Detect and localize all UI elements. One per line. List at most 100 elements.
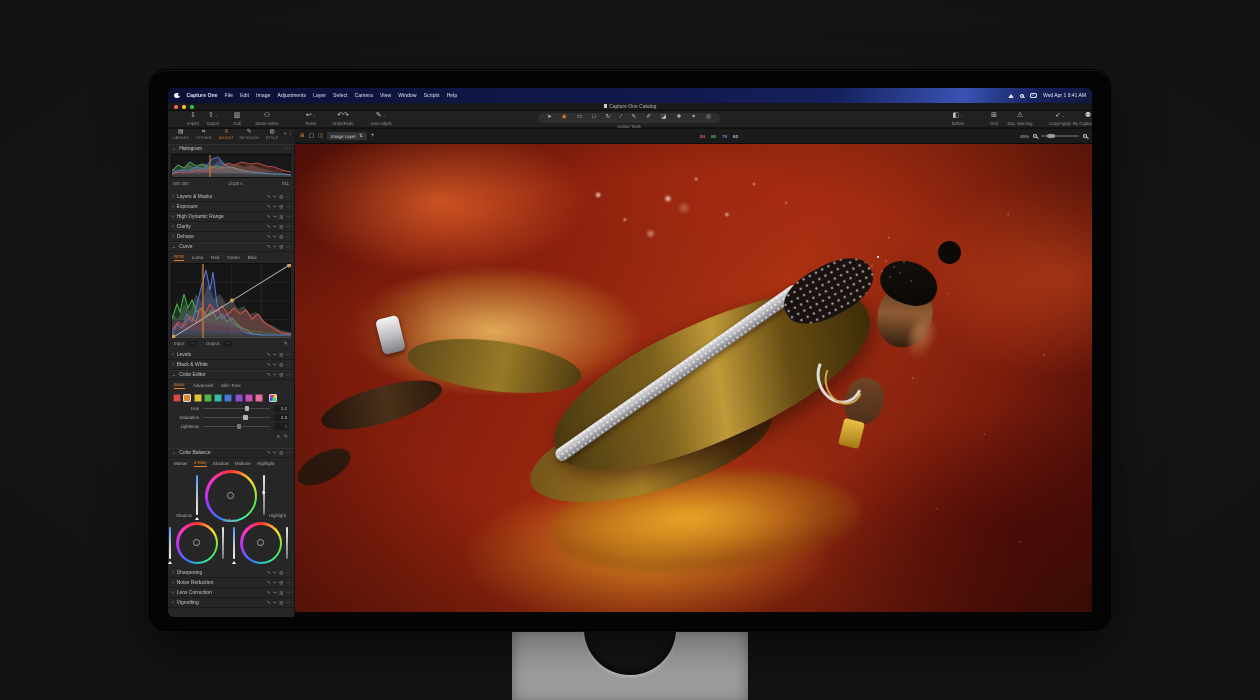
panel-icon[interactable]: ▥ xyxy=(279,352,283,358)
zoom-slider[interactable] xyxy=(1041,135,1079,137)
reset-button[interactable]: ↩⌄Reset xyxy=(294,112,328,126)
panel-icon[interactable]: ↪ xyxy=(273,580,277,586)
panel-icon[interactable]: ▥ xyxy=(279,224,283,230)
panel-icon[interactable]: ✎ xyxy=(267,362,271,368)
histogram-panel-header[interactable]: ⌄ Histogram ⋯ xyxy=(168,144,294,154)
input-value[interactable]: -- xyxy=(188,341,197,347)
menu-item-camera[interactable]: Camera xyxy=(355,93,373,99)
shadow-saturation-slider[interactable] xyxy=(169,527,171,559)
spot-tool-icon[interactable]: ◎ xyxy=(706,115,711,121)
menu-item-window[interactable]: Window xyxy=(398,93,416,99)
panel-icon[interactable]: ⋯ xyxy=(286,362,290,368)
crop-tool-icon[interactable]: □ xyxy=(592,115,595,121)
layer-selector[interactable]: Image Layer⇅ xyxy=(327,132,367,140)
panel-icon[interactable]: ▥ xyxy=(279,570,283,576)
panel-icon[interactable]: ↪ xyxy=(273,600,277,606)
photo-canvas[interactable] xyxy=(295,144,1092,612)
pan-tool-icon[interactable]: ▭ xyxy=(577,115,582,121)
panel-icon[interactable]: ▥ xyxy=(279,234,283,240)
panel-icon[interactable]: ⋯ xyxy=(286,580,290,586)
multi-view-icon[interactable]: ⊞ xyxy=(300,133,305,139)
panel-icon[interactable]: ✎ xyxy=(267,590,271,596)
undo-redo-button[interactable]: ↶↷Undo/Redo xyxy=(326,112,360,126)
panel-icon[interactable]: ▥ xyxy=(279,590,283,596)
menu-item-layer[interactable]: Layer xyxy=(313,93,326,99)
menu-item-select[interactable]: Select xyxy=(333,93,348,99)
slider-thumb[interactable] xyxy=(243,415,248,420)
panel-header-lens-correction[interactable]: ›Lens Correction✎↪▥⋯ xyxy=(168,588,294,598)
color-swatch[interactable] xyxy=(194,394,202,402)
color-swatch[interactable] xyxy=(204,394,212,402)
panel-icon[interactable]: ↪ xyxy=(273,224,277,230)
curve-tab-luma[interactable]: Luma xyxy=(192,255,203,261)
color-editor-tab-skin-tone[interactable]: Skin Tone xyxy=(221,383,241,389)
panel-icon[interactable]: ▥ xyxy=(279,244,283,250)
panel-icon[interactable]: ⋯ xyxy=(286,224,290,230)
straighten-tool-icon[interactable]: ∕ xyxy=(621,115,622,121)
color-swatch[interactable] xyxy=(235,394,243,402)
panel-icon[interactable]: ▥ xyxy=(279,450,283,456)
panel-icon[interactable]: ✎ xyxy=(267,204,271,210)
zoom-out-icon[interactable] xyxy=(1033,134,1037,138)
saturation-slider[interactable] xyxy=(203,417,270,418)
panel-icon[interactable]: ⋯ xyxy=(286,352,290,358)
curve-tab-rgb[interactable]: RGB xyxy=(174,254,184,261)
panel-icon[interactable]: ⋯ xyxy=(286,194,290,200)
before-button[interactable]: ◧⌄Before xyxy=(938,112,978,126)
panel-icon[interactable]: ▥ xyxy=(279,580,283,586)
highlight-lightness-slider[interactable] xyxy=(286,527,288,559)
panel-header-layers-masks[interactable]: ›Layers & Masks✎↪▥⋯ xyxy=(168,192,294,202)
panel-icon[interactable]: ↪ xyxy=(273,214,277,220)
control-center-icon[interactable] xyxy=(1030,93,1037,98)
color-swatch[interactable] xyxy=(214,394,222,402)
panel-header-dehaze[interactable]: ›Dehaze✎↪▥⋯ xyxy=(168,232,294,242)
slider-thumb[interactable] xyxy=(245,406,250,411)
tool-tab-adjust[interactable]: ≡ADJUST xyxy=(216,129,238,140)
color-editor-tab-advanced[interactable]: Advanced xyxy=(193,383,213,389)
color-swatch[interactable] xyxy=(255,394,263,402)
hue-slider[interactable] xyxy=(203,408,270,409)
midtone-lightness-slider[interactable] xyxy=(263,475,265,515)
curve-picker-icon[interactable]: ✎ xyxy=(284,341,288,347)
curve-tab-red[interactable]: Red xyxy=(211,255,219,261)
color-editor-panel-header[interactable]: ⌄ Color Editor ✎↪▥⋯ xyxy=(168,370,294,380)
exp-warning-button[interactable]: ⚠Exp. Warning xyxy=(1000,112,1040,126)
tool-tab-tether[interactable]: ⌗TETHER xyxy=(193,129,215,140)
erase-mask-tool-icon[interactable]: ✐ xyxy=(646,115,651,121)
lightness-slider[interactable] xyxy=(203,426,270,427)
panel-icon[interactable]: ⋯ xyxy=(286,204,290,210)
rotate-tool-icon[interactable]: ↻ xyxy=(606,115,611,121)
color-swatch[interactable] xyxy=(245,394,253,402)
menu-item-help[interactable]: Help xyxy=(447,93,458,99)
panel-icon[interactable]: ✎ xyxy=(267,244,271,250)
panel-header-exposure[interactable]: ›Exposure✎↪▥⋯ xyxy=(168,202,294,212)
panel-icon[interactable]: ↪ xyxy=(273,244,277,250)
panel-icon[interactable]: ↪ xyxy=(273,362,277,368)
color-editor-tab-basic[interactable]: Basic xyxy=(174,382,185,389)
menu-item-file[interactable]: File xyxy=(225,93,233,99)
search-icon[interactable] xyxy=(1020,94,1024,98)
panel-icon[interactable]: ▥ xyxy=(279,362,283,368)
tool-tab-library[interactable]: ▤LIBRARY xyxy=(170,129,192,140)
panel-icon[interactable]: ↪ xyxy=(273,570,277,576)
panel-icon[interactable]: ✎ xyxy=(267,580,271,586)
panel-header-noise-reduction[interactable]: ›Noise Reduction✎↪▥⋯ xyxy=(168,578,294,588)
tool-tab-style[interactable]: ◍STYLE xyxy=(261,129,283,140)
color-balance-tab-midtone[interactable]: Midtone xyxy=(235,461,251,467)
color-swatch[interactable] xyxy=(173,394,181,402)
panel-icon[interactable]: ⋯ xyxy=(286,590,290,596)
menu-item-edit[interactable]: Edit xyxy=(240,93,249,99)
draw-mask-tool-icon[interactable]: ✎ xyxy=(632,115,637,121)
auto-adjust-button[interactable]: ✎⌄Auto Adjust xyxy=(364,112,398,126)
zoom-slider-thumb[interactable] xyxy=(1047,134,1055,138)
panel-header-sharpening[interactable]: ›Sharpening✎↪▥⋯ xyxy=(168,568,294,578)
curve-tab-green[interactable]: Green xyxy=(227,255,240,261)
tool-tab-overflow[interactable]: » ⋮ xyxy=(284,129,293,137)
panel-icon[interactable]: ✎ xyxy=(267,194,271,200)
panel-icon[interactable]: ▥ xyxy=(279,194,283,200)
panel-icon[interactable]: ✎ xyxy=(267,214,271,220)
panel-header-black-white[interactable]: ›Black & White✎↪▥⋯ xyxy=(168,360,294,370)
panel-icon[interactable]: ✎ xyxy=(267,224,271,230)
apple-menu-icon[interactable] xyxy=(174,93,180,99)
wifi-icon[interactable] xyxy=(1008,94,1014,98)
